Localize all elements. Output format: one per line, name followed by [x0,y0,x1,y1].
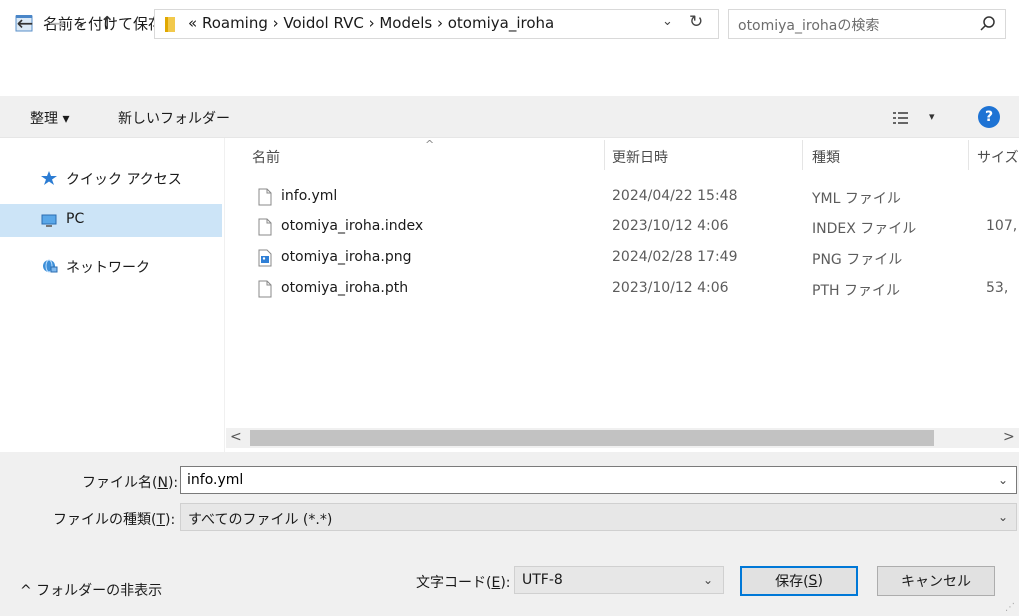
computer-icon [41,214,57,227]
filetype-label-end: ): [165,512,176,528]
filetype-dropdown-button[interactable]: ⌄ [998,510,1008,524]
save-access-key: S [808,573,818,589]
file-type: PTH ファイル [812,283,900,299]
forward-button[interactable]: → [44,9,70,37]
network-icon [43,259,58,273]
nav-item-label: ネットワーク [66,260,150,276]
nav-item-quick-access[interactable]: クイック アクセス [0,162,222,195]
encoding-label-end: ): [500,575,511,591]
encoding-label-text: 文字コード( [416,575,492,591]
file-type: YML ファイル [812,191,901,207]
filename-label-end: ): [167,475,179,491]
up-button[interactable]: ↑ [94,9,120,37]
search-icon[interactable] [978,14,998,34]
file-name: otomiya_iroha.png [281,249,412,265]
sort-indicator: ^ [425,138,435,151]
nav-item-label: PC [66,211,85,227]
star-icon [41,171,57,185]
column-header-size[interactable]: サイズ [977,147,1019,167]
document-icon [258,280,272,298]
column-divider[interactable] [604,140,605,170]
filetype-access-key: T [156,512,166,528]
file-date: 2024/02/28 17:49 [612,249,738,265]
filetype-label-text: ファイルの種類( [53,512,157,528]
resize-grip-icon[interactable]: ⋰ [1005,602,1015,613]
scrollbar-thumb[interactable] [250,430,934,446]
column-header-type[interactable]: 種類 [812,147,840,167]
filename-dropdown-button[interactable]: ⌄ [998,473,1008,487]
table-row[interactable]: otomiya_iroha.index 2023/10/12 4:06 INDE… [226,213,1019,243]
filename-access-key: N [157,475,168,491]
help-icon[interactable]: ? [978,106,1000,128]
column-divider[interactable] [802,140,803,170]
address-dropdown-button[interactable]: ⌄ [662,14,680,29]
table-row[interactable]: otomiya_iroha.pth 2023/10/12 4:06 PTH ファ… [226,275,1019,305]
column-divider[interactable] [968,140,969,170]
filename-label: ファイル名(N): [82,472,178,492]
cancel-button[interactable]: キャンセル [877,566,995,596]
scroll-left-button[interactable]: < [230,429,242,445]
organize-button[interactable]: 整理 ▾ [30,108,69,128]
file-name: otomiya_iroha.pth [281,280,409,296]
column-header-name[interactable]: 名前 [252,147,280,167]
file-name: info.yml [281,188,338,204]
filename-input[interactable] [180,466,1017,494]
file-date: 2024/04/22 15:48 [612,188,738,204]
refresh-button[interactable]: ↻ [689,12,711,32]
filetype-value: すべてのファイル (*.*) [188,512,333,528]
breadcrumb[interactable]: « Roaming › Voidol RVC › Models › otomiy… [188,14,554,32]
column-header-date[interactable]: 更新日時 [612,147,668,167]
encoding-dropdown-button[interactable]: ⌄ [703,573,713,587]
table-row[interactable]: otomiya_iroha.png 2024/02/28 17:49 PNG フ… [226,244,1019,274]
encoding-label: 文字コード(E): [416,572,511,592]
file-name: otomiya_iroha.index [281,218,424,234]
file-type: PNG ファイル [812,252,903,268]
back-button[interactable]: ← [12,9,38,37]
encoding-value: UTF-8 [522,572,563,588]
folder-icon [165,17,175,32]
image-file-icon [258,249,272,267]
nav-item-network[interactable]: ネットワーク [0,250,222,283]
file-date: 2023/10/12 4:06 [612,218,729,234]
view-options-icon[interactable] [893,111,909,125]
file-type: INDEX ファイル [812,221,917,237]
document-icon [258,218,272,236]
nav-item-pc[interactable]: PC [0,204,222,237]
recent-locations-button[interactable]: ⌄ [72,9,90,37]
nav-item-label: クイック アクセス [66,172,182,188]
new-folder-button[interactable]: 新しいフォルダー [118,108,230,128]
save-label-end: ) [817,573,823,589]
file-date: 2023/10/12 4:06 [612,280,729,296]
file-size: 53, [986,280,1009,296]
hide-folders-button[interactable]: ^ フォルダーの非表示 [20,580,162,600]
filetype-label: ファイルの種類(T): [53,509,175,529]
search-placeholder: otomiya_irohaの検索 [738,18,880,34]
scroll-right-button[interactable]: > [1003,429,1015,445]
filename-label-text: ファイル名( [82,475,158,491]
save-button[interactable]: 保存(S) [740,566,858,596]
table-row[interactable]: info.yml 2024/04/22 15:48 YML ファイル [226,183,1019,213]
file-size: 107, [986,218,1018,234]
save-label: 保存( [775,574,809,590]
document-icon [258,188,272,206]
view-dropdown-button[interactable]: ▾ [929,110,935,123]
encoding-access-key: E [491,575,501,591]
